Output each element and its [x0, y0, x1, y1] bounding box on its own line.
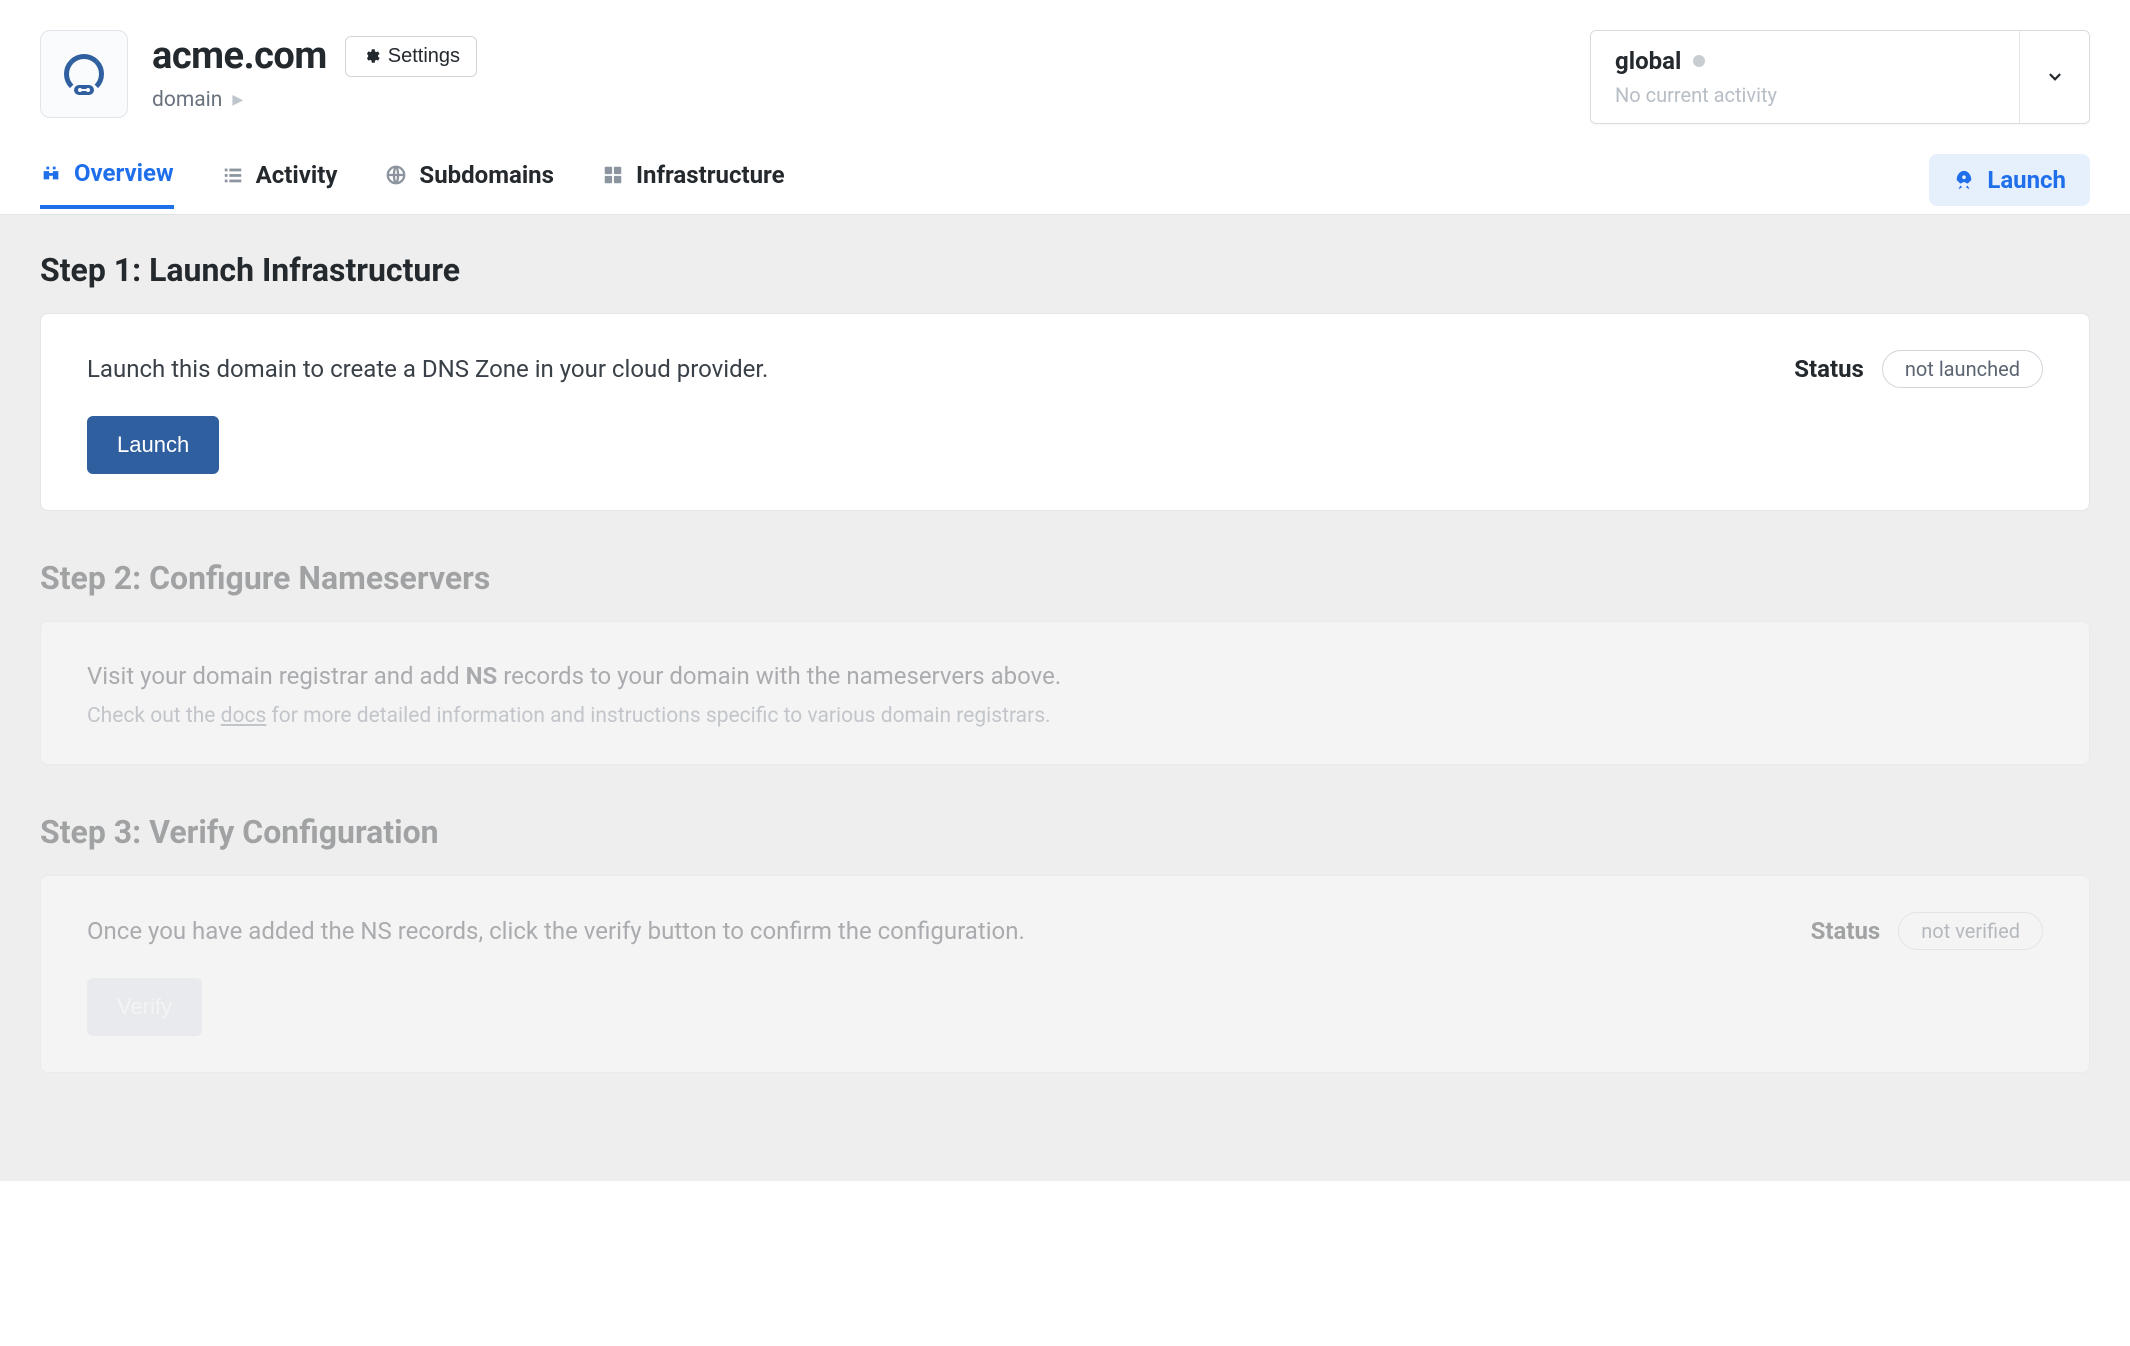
step-2-text-post: records to your domain with the nameserv…	[497, 662, 1061, 690]
step-1-section: Step 1: Launch Infrastructure Launch thi…	[40, 251, 2090, 511]
step-2-section: Step 2: Configure Nameservers Visit your…	[40, 559, 2090, 765]
step-2-card: Visit your domain registrar and add NS r…	[40, 621, 2090, 765]
list-icon	[222, 164, 244, 186]
step-2-subtext-pre: Check out the	[87, 704, 221, 728]
breadcrumb: domain ▶	[152, 88, 477, 112]
step-3-title: Step 3: Verify Configuration	[40, 813, 2090, 851]
step-2-subtext: Check out the docs for more detailed inf…	[87, 704, 2043, 728]
docs-link[interactable]: docs	[221, 704, 267, 728]
grid-icon	[602, 164, 624, 186]
breadcrumb-domain[interactable]: domain	[152, 88, 222, 112]
environment-activity: No current activity	[1615, 83, 1995, 107]
gear-icon	[362, 47, 380, 65]
step-1-title: Step 1: Launch Infrastructure	[40, 251, 2090, 289]
tab-activity[interactable]: Activity	[222, 159, 338, 209]
tab-overview-label: Overview	[74, 159, 174, 187]
tab-subdomains[interactable]: Subdomains	[385, 159, 554, 209]
chevron-down-icon	[2046, 68, 2064, 86]
globe-link-icon	[60, 50, 108, 98]
step-2-title: Step 2: Configure Nameservers	[40, 559, 2090, 597]
caret-right-icon: ▶	[232, 92, 243, 108]
header: acme.com Settings domain ▶ global No cur…	[0, 0, 2130, 124]
launch-button[interactable]: Launch	[87, 416, 219, 474]
status-dot-icon	[1693, 55, 1705, 67]
page-title: acme.com	[152, 34, 327, 78]
tab-infrastructure-label: Infrastructure	[636, 161, 785, 189]
step-1-text: Launch this domain to create a DNS Zone …	[87, 351, 768, 387]
step-3-section: Step 3: Verify Configuration Once you ha…	[40, 813, 2090, 1073]
step-1-status-pill: not launched	[1882, 350, 2043, 388]
globe-icon	[385, 164, 407, 186]
tabs-row: Overview Activity Subdomains Infrastruct…	[0, 124, 2130, 215]
step-1-status-label: Status	[1794, 355, 1864, 383]
step-3-status-label: Status	[1811, 917, 1881, 945]
step-3-text: Once you have added the NS records, clic…	[87, 913, 1025, 949]
step-3-status: Status not verified	[1811, 912, 2043, 950]
rocket-icon	[1953, 169, 1975, 191]
environment-chevron[interactable]	[2019, 31, 2089, 123]
step-3-card: Once you have added the NS records, clic…	[40, 875, 2090, 1073]
verify-button: Verify	[87, 978, 202, 1036]
step-1-card: Launch this domain to create a DNS Zone …	[40, 313, 2090, 511]
step-2-text-bold: NS	[466, 662, 498, 690]
environment-dropdown[interactable]: global No current activity	[1590, 30, 2090, 124]
binoculars-icon	[40, 162, 62, 184]
tab-infrastructure[interactable]: Infrastructure	[602, 159, 785, 209]
content-area: Step 1: Launch Infrastructure Launch thi…	[0, 215, 2130, 1181]
environment-body: global No current activity	[1591, 31, 2019, 123]
launch-action-button[interactable]: Launch	[1929, 154, 2090, 206]
environment-name: global	[1615, 47, 1681, 75]
step-3-status-pill: not verified	[1898, 912, 2043, 950]
tab-subdomains-label: Subdomains	[419, 161, 554, 189]
step-1-status: Status not launched	[1794, 350, 2043, 388]
settings-button[interactable]: Settings	[345, 36, 477, 77]
header-left: acme.com Settings domain ▶	[40, 30, 477, 118]
domain-icon-box	[40, 30, 128, 118]
step-2-text: Visit your domain registrar and add NS r…	[87, 658, 2043, 694]
step-2-text-pre: Visit your domain registrar and add	[87, 662, 466, 690]
settings-label: Settings	[388, 45, 460, 68]
domain-heading-block: acme.com Settings domain ▶	[152, 30, 477, 112]
tabs: Overview Activity Subdomains Infrastruct…	[40, 159, 785, 209]
launch-action-label: Launch	[1987, 166, 2066, 194]
step-2-subtext-post: for more detailed information and instru…	[266, 704, 1050, 728]
tab-overview[interactable]: Overview	[40, 159, 174, 209]
tab-activity-label: Activity	[256, 161, 338, 189]
